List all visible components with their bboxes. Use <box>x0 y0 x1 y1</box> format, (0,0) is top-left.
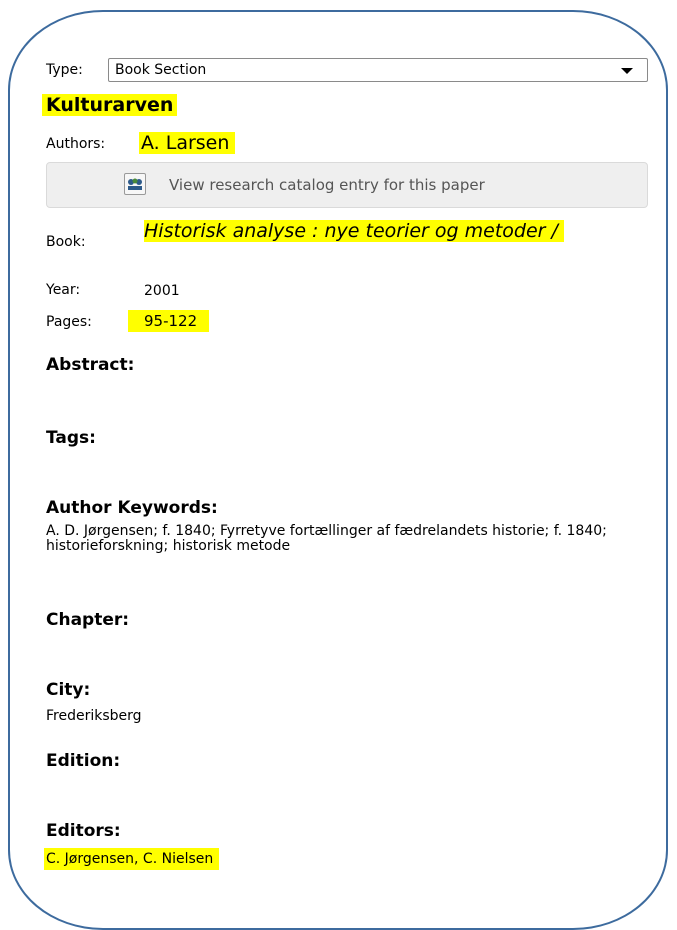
year-label: Year: <box>46 282 81 298</box>
record-title: Kulturarven <box>42 94 178 116</box>
author-keywords-value: A. D. Jørgensen; f. 1840; Fyrretyve fort… <box>46 523 607 554</box>
authors-label: Authors: <box>46 136 106 152</box>
city-heading: City: <box>46 680 91 700</box>
book-label: Book: <box>46 234 86 250</box>
chapter-heading: Chapter: <box>46 610 130 630</box>
editors-value: C. Jørgensen, C. Nielsen <box>44 848 220 870</box>
city-value: Frederiksberg <box>46 708 142 724</box>
type-select-value: Book Section <box>115 62 207 78</box>
author-keywords-heading: Author Keywords: <box>46 498 218 518</box>
chevron-down-icon[interactable] <box>621 68 633 74</box>
type-label: Type: <box>46 62 83 78</box>
tags-heading: Tags: <box>46 428 96 448</box>
rounded-frame <box>8 10 668 930</box>
pages-label: Pages: <box>46 314 92 330</box>
catalog-button-label: View research catalog entry for this pap… <box>169 176 485 194</box>
catalog-icon <box>124 173 146 195</box>
book-value: Historisk analyse : nye teorier og metod… <box>144 220 564 243</box>
view-catalog-entry-button[interactable]: View research catalog entry for this pap… <box>46 162 648 208</box>
type-select[interactable]: Book Section <box>108 58 648 82</box>
editors-heading: Editors: <box>46 821 121 841</box>
pages-value: 95-122 <box>128 310 210 332</box>
abstract-heading: Abstract: <box>46 355 135 375</box>
year-value: 2001 <box>144 283 180 299</box>
edition-heading: Edition: <box>46 751 121 771</box>
authors-value[interactable]: A. Larsen <box>139 132 236 154</box>
